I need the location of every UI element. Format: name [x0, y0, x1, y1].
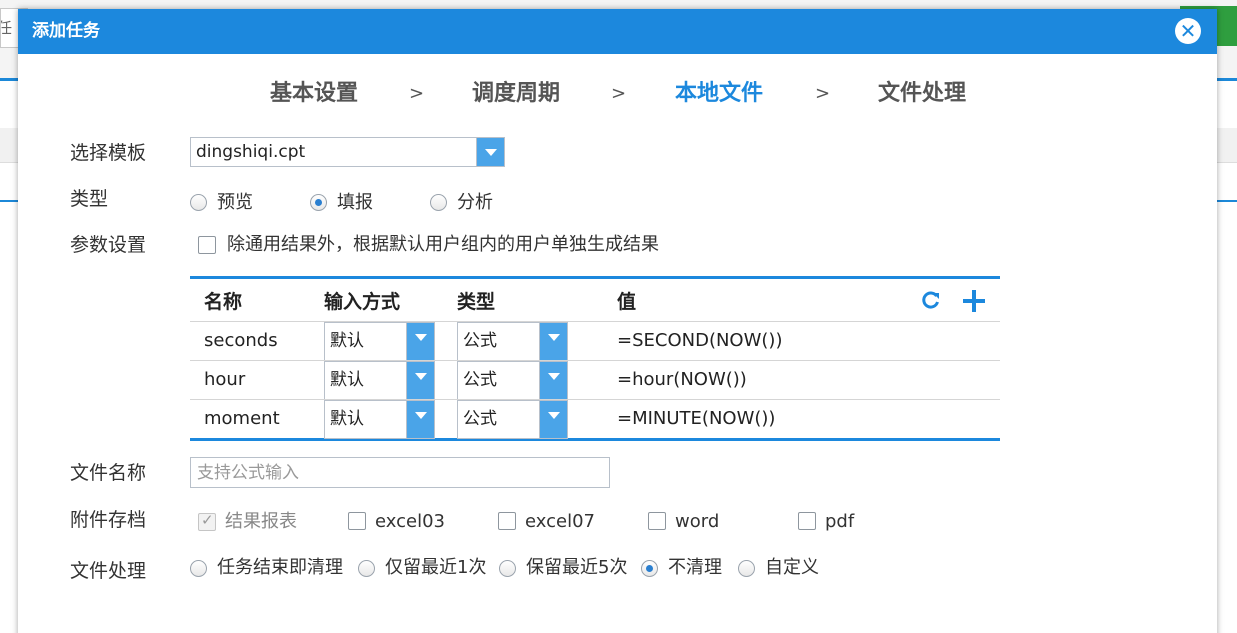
chevron-down-icon[interactable]: [406, 362, 434, 399]
file-handling-option-keep-1: 仅留最近1次: [385, 557, 487, 578]
file-handling-label: 文件处理: [70, 560, 147, 582]
step-basic-settings[interactable]: 基本设置: [270, 79, 358, 109]
col-header-input-mode: 输入方式: [324, 291, 401, 313]
type-option-analyze: 分析: [457, 192, 493, 213]
file-handling-option-keep-5: 保留最近5次: [526, 557, 628, 578]
attachment-checkbox-excel07[interactable]: [498, 512, 516, 530]
attachment-checkbox-excel03[interactable]: [348, 512, 366, 530]
attachment-checkbox-result-report: [198, 511, 216, 531]
attachment-checkbox-pdf[interactable]: [798, 512, 816, 530]
step-separator: >: [409, 83, 425, 104]
params-label: 参数设置: [70, 234, 147, 256]
dialog-title: 添加任务: [32, 21, 100, 41]
step-file-handling[interactable]: 文件处理: [878, 79, 966, 109]
template-select[interactable]: dingshiqi.cpt: [190, 137, 505, 167]
param-type-value: 公式: [463, 409, 497, 429]
step-separator: >: [815, 83, 831, 104]
param-value[interactable]: =hour(NOW()): [617, 361, 747, 399]
table-row: hour 默认 公式 =hour(NOW()): [190, 360, 1000, 400]
input-mode-value: 默认: [330, 331, 364, 351]
template-label: 选择模板: [70, 142, 147, 164]
table-row: moment 默认 公式 =MINUTE(NOW()): [190, 399, 1000, 439]
wizard-steps: 基本设置 > 调度周期 > 本地文件 > 文件处理: [18, 79, 1217, 109]
filename-input[interactable]: [190, 457, 610, 488]
param-value[interactable]: =MINUTE(NOW()): [617, 400, 775, 438]
attachment-label-pdf: pdf: [825, 511, 855, 532]
type-radio-fill[interactable]: [310, 194, 327, 211]
file-handling-radio-no-clean[interactable]: [641, 560, 658, 577]
type-radio-preview[interactable]: [190, 194, 207, 211]
dialog-header: 添加任务 ✕: [18, 9, 1217, 54]
refresh-icon[interactable]: [921, 290, 941, 310]
param-name: hour: [204, 369, 246, 390]
input-mode-value: 默认: [330, 370, 364, 390]
close-icon[interactable]: ✕: [1175, 18, 1201, 44]
chevron-down-icon[interactable]: [406, 323, 434, 360]
col-header-value: 值: [617, 291, 637, 313]
attachment-label-word: word: [675, 511, 720, 532]
col-header-type: 类型: [457, 291, 496, 313]
per-user-result-label: 除通用结果外，根据默认用户组内的用户单独生成结果: [227, 234, 659, 255]
file-handling-option-custom: 自定义: [765, 557, 819, 578]
step-schedule[interactable]: 调度周期: [472, 79, 560, 109]
param-type-select[interactable]: 公式: [457, 361, 568, 400]
input-mode-select[interactable]: 默认: [324, 400, 435, 439]
attachment-label-excel07: excel07: [525, 511, 595, 532]
type-label: 类型: [70, 188, 109, 210]
file-handling-option-clean-on-end: 任务结束即清理: [217, 557, 343, 578]
file-handling-radio-clean-on-end[interactable]: [190, 560, 207, 577]
type-option-preview: 预览: [217, 192, 253, 213]
param-name: moment: [204, 408, 280, 429]
chevron-down-icon[interactable]: [539, 362, 567, 399]
chevron-down-icon[interactable]: [476, 138, 504, 166]
input-mode-value: 默认: [330, 409, 364, 429]
type-radio-analyze[interactable]: [430, 194, 447, 211]
type-option-fill: 填报: [337, 192, 373, 213]
param-type-select[interactable]: 公式: [457, 322, 568, 361]
chevron-down-icon[interactable]: [539, 323, 567, 360]
step-local-file[interactable]: 本地文件: [675, 79, 763, 109]
template-select-value: dingshiqi.cpt: [196, 142, 306, 162]
file-handling-radio-keep-5[interactable]: [499, 560, 516, 577]
table-row: seconds 默认 公式 =SECOND(NOW()): [190, 321, 1000, 361]
input-mode-select[interactable]: 默认: [324, 361, 435, 400]
step-separator: >: [611, 83, 627, 104]
background-input-text: 任: [1, 19, 12, 37]
input-mode-select[interactable]: 默认: [324, 322, 435, 361]
param-type-select[interactable]: 公式: [457, 400, 568, 439]
param-value[interactable]: =SECOND(NOW()): [617, 322, 782, 360]
file-handling-radio-keep-1[interactable]: [358, 560, 375, 577]
attachment-label-excel03: excel03: [375, 511, 445, 532]
attachment-label-result-report: 结果报表: [225, 511, 297, 532]
attachment-checkbox-word[interactable]: [648, 512, 666, 530]
param-type-value: 公式: [463, 370, 497, 390]
attachment-label: 附件存档: [70, 509, 147, 531]
param-type-value: 公式: [463, 331, 497, 351]
param-name: seconds: [204, 330, 278, 351]
add-param-icon[interactable]: [962, 289, 986, 313]
chevron-down-icon[interactable]: [406, 401, 434, 438]
file-handling-option-no-clean: 不清理: [668, 557, 722, 578]
add-task-dialog: 添加任务 ✕ 基本设置 > 调度周期 > 本地文件 > 文件处理 选择模板 di…: [18, 9, 1217, 633]
chevron-down-icon[interactable]: [539, 401, 567, 438]
file-handling-radio-custom[interactable]: [738, 560, 755, 577]
per-user-result-checkbox[interactable]: [198, 236, 216, 254]
col-header-name: 名称: [204, 291, 243, 313]
params-table: 名称 输入方式 类型 值 seconds 默认 公式 =SECOND(NOW()…: [190, 276, 1000, 441]
filename-label: 文件名称: [70, 462, 147, 484]
